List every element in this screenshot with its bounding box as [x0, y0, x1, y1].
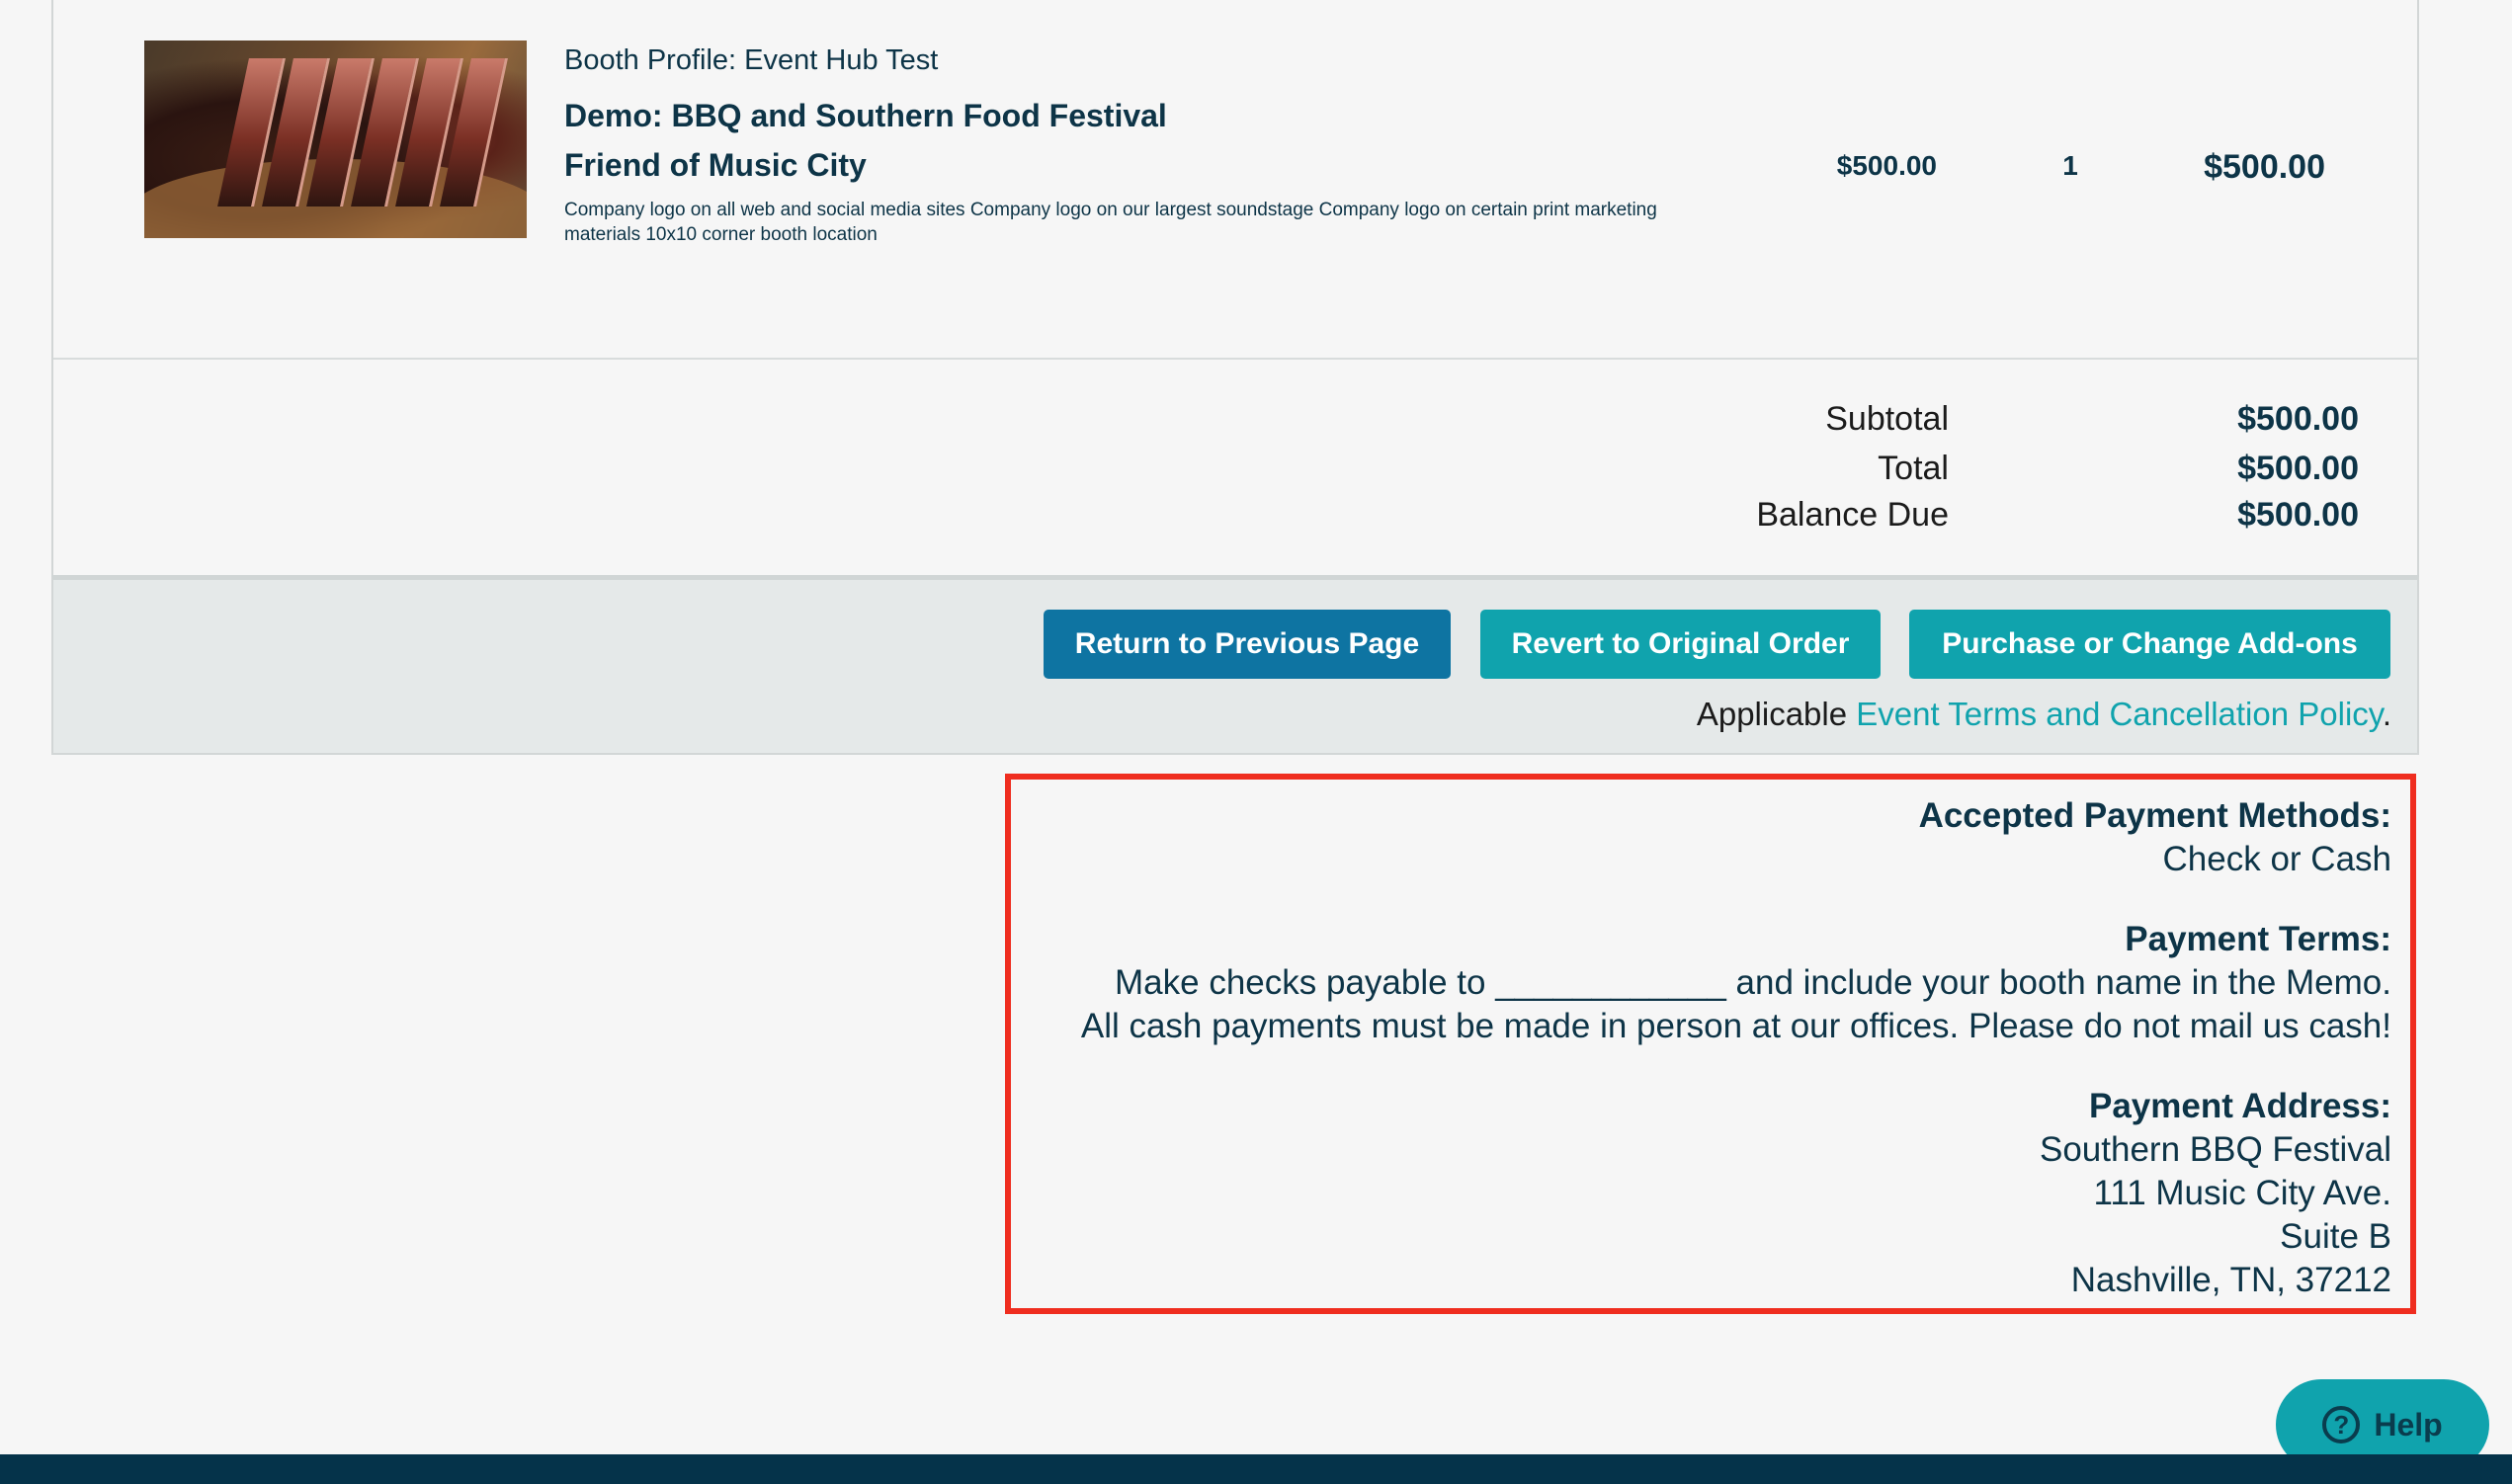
payment-address-line-3: Suite B: [2280, 1217, 2391, 1256]
payment-terms-line-2: All cash payments must be made in person…: [1080, 1007, 2391, 1045]
subtotal-value: $500.00: [2237, 400, 2359, 438]
accepted-payment-methods-value: Check or Cash: [2162, 840, 2391, 878]
help-label: Help: [2374, 1406, 2443, 1443]
booth-profile: Booth Profile: Event Hub Test: [564, 44, 939, 76]
terms-notice: Applicable Event Terms and Cancellation …: [1285, 696, 2391, 733]
payment-terms-heading: Payment Terms:: [2125, 920, 2391, 958]
quantity: 1: [2062, 150, 2078, 181]
item-image: [144, 41, 527, 238]
event-terms-link[interactable]: Event Terms and Cancellation Policy: [1856, 696, 2383, 732]
total-label: Total: [1878, 450, 1949, 487]
payment-address-line-2: 111 Music City Ave.: [2093, 1174, 2391, 1212]
subtotal-label: Subtotal: [1825, 400, 1949, 438]
terms-suffix: .: [2382, 696, 2391, 732]
unit-price: $500.00: [1836, 150, 1937, 181]
payment-address-heading: Payment Address:: [2088, 1087, 2391, 1125]
line-total: $500.00: [2204, 148, 2325, 186]
package-description: Company logo on all web and social media…: [564, 200, 1657, 245]
payment-terms-line-1: Make checks payable to ____________ and …: [1115, 963, 2391, 1002]
payment-address-line-1: Southern BBQ Festival: [2040, 1130, 2391, 1169]
payment-info: Accepted Payment Methods: Check or Cash …: [1018, 794, 2391, 1302]
balance-due-label: Balance Due: [1756, 496, 1949, 534]
total-value: $500.00: [2237, 450, 2359, 487]
balance-due-value: $500.00: [2237, 496, 2359, 534]
payment-address-line-4: Nashville, TN, 37212: [2070, 1261, 2391, 1299]
footer-bar: [0, 1454, 2512, 1484]
accepted-payment-methods-heading: Accepted Payment Methods:: [1918, 796, 2391, 835]
event-name: Demo: BBQ and Southern Food Festival: [564, 98, 1167, 133]
section-divider: [53, 358, 2417, 360]
terms-prefix: Applicable: [1696, 696, 1857, 732]
package-name: Friend of Music City: [564, 147, 867, 183]
revert-to-original-order-button[interactable]: Revert to Original Order: [1480, 610, 1881, 679]
question-circle-icon: ?: [2322, 1406, 2361, 1443]
purchase-or-change-addons-button[interactable]: Purchase or Change Add-ons: [1909, 610, 2390, 679]
line-item-details: Booth Profile: Event Hub Test Demo: BBQ …: [564, 43, 1681, 247]
return-to-previous-page-button[interactable]: Return to Previous Page: [1044, 610, 1451, 679]
